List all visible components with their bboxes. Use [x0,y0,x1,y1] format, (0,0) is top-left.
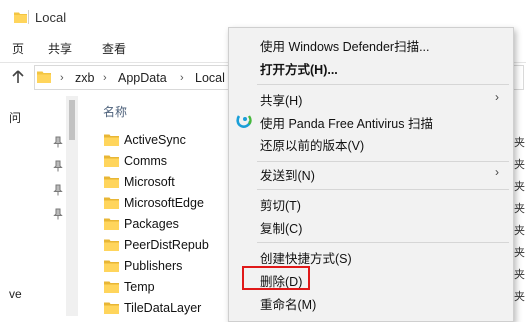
navigation-pane [0,96,66,316]
menu-separator [257,242,509,243]
folder-icon [104,218,119,230]
folder-icon [104,155,119,167]
type-cell: 夹 [514,181,525,193]
file-name: Comms [124,154,168,168]
menu-item-label: 剪切(T) [260,199,301,213]
file-name: MicrosoftEdge [124,196,204,210]
menu-separator [257,84,509,85]
column-header-name[interactable]: 名称 [103,103,127,120]
submenu-arrow-icon: › [495,165,499,179]
menu-item-rename[interactable]: 重命名(M) [229,291,513,313]
menu-item-label: 还原以前的版本(V) [260,139,365,153]
menu-item-send-to[interactable]: 发送到(N) › [229,162,513,184]
type-cell: 夹 [514,225,525,237]
folder-icon [104,239,119,251]
menu-item-label: 共享(H) [260,94,303,108]
menu-separator [257,189,509,190]
file-name: ActiveSync [124,133,186,147]
folder-icon [104,302,119,314]
list-item[interactable]: Microsoft [104,172,224,193]
type-cell: 夹 [514,203,525,215]
file-name: Microsoft [124,175,175,189]
list-item[interactable]: Packages [104,214,224,235]
breadcrumb-zxb[interactable]: zxb [75,71,94,85]
nav-item-quick-access[interactable]: 问 [9,109,21,126]
submenu-arrow-icon: › [495,90,499,104]
type-cell: 夹 [514,269,525,281]
list-item[interactable]: ActiveSync [104,130,224,151]
tab-home[interactable]: 页 [12,40,24,57]
folder-icon [104,176,119,188]
up-arrow-icon[interactable] [10,69,26,85]
breadcrumb-appdata[interactable]: AppData [118,71,167,85]
file-name: TileDataLayer [124,301,202,315]
title-separator [28,10,29,24]
menu-item-restore-versions[interactable]: 还原以前的版本(V) [229,132,513,154]
list-item[interactable]: Comms [104,151,224,172]
type-cell: 夹 [514,247,525,259]
folder-icon [14,12,27,23]
context-menu: 使用 Windows Defender扫描... 打开方式(H)... 共享(H… [228,27,514,322]
menu-item-cut[interactable]: 剪切(T) [229,192,513,214]
menu-item-label: 使用 Panda Free Antivirus 扫描 [260,117,433,131]
breadcrumb-chevron-icon[interactable]: › [103,72,107,84]
folder-icon [104,134,119,146]
breadcrumb-chevron-icon[interactable]: › [60,72,64,84]
menu-item-label: 重命名(M) [260,298,317,312]
file-name: Publishers [124,259,183,273]
type-cell: 夹 [514,137,525,149]
menu-item-label: 创建快捷方式(S) [260,252,352,266]
menu-item-delete[interactable]: 删除(D) [229,266,513,290]
menu-item-label: 使用 Windows Defender扫描... [260,40,430,54]
menu-item-panda-scan[interactable]: 使用 Panda Free Antivirus 扫描 [229,110,513,132]
pin-icon[interactable] [53,208,63,220]
menu-item-copy[interactable]: 复制(C) [229,215,513,237]
folder-icon [104,197,119,209]
list-item[interactable]: Temp [104,277,224,298]
type-cell: 夹 [514,159,525,171]
type-cell: 夹 [514,291,525,303]
menu-item-open-with[interactable]: 打开方式(H)... [229,56,513,78]
pin-icon[interactable] [53,160,63,172]
list-item[interactable]: PeerDistRepub [104,235,224,256]
menu-item-label: 打开方式(H)... [260,63,338,77]
menu-item-label: 复制(C) [260,222,303,236]
menu-item-create-shortcut[interactable]: 创建快捷方式(S) [229,245,513,267]
menu-item-defender-scan[interactable]: 使用 Windows Defender扫描... [229,33,513,55]
list-item[interactable]: MicrosoftEdge [104,193,224,214]
panda-antivirus-icon [236,115,252,128]
list-item[interactable]: Publishers [104,256,224,277]
highlight-box [242,266,310,290]
breadcrumb-local[interactable]: Local [195,71,225,85]
nav-item-drive[interactable]: ve [9,287,22,301]
pin-icon[interactable] [53,136,63,148]
folder-icon [37,71,51,83]
nav-scrollbar-thumb[interactable] [69,100,75,140]
tab-share[interactable]: 共享 [48,40,72,57]
folder-icon [104,281,119,293]
menu-item-share[interactable]: 共享(H) › [229,87,513,109]
folder-icon [104,260,119,272]
breadcrumb-chevron-icon[interactable]: › [180,72,184,84]
file-name: Temp [124,280,155,294]
pin-icon[interactable] [53,184,63,196]
file-name: Packages [124,217,179,231]
window-title: Local [35,10,67,25]
menu-item-label: 发送到(N) [260,169,315,183]
tab-view[interactable]: 查看 [102,40,126,57]
file-name: PeerDistRepub [124,238,209,252]
